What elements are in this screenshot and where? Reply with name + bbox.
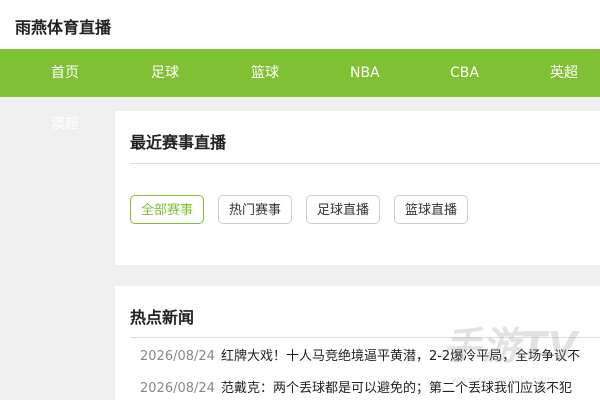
- filter-hot-button[interactable]: 热门赛事: [218, 195, 293, 224]
- main-nav: 首页 足球 篮球 NBA CBA 英超: [0, 49, 600, 97]
- news-headline[interactable]: 红牌大戏！十人马竞绝境逼平黄潜，2-2爆冷平局，全场争议不: [221, 349, 580, 364]
- filter-basketball-button[interactable]: 篮球直播: [394, 195, 469, 224]
- hot-news-panel: 热点新闻 2026/08/24 红牌大戏！十人马竞绝境逼平黄潜，2-2爆冷平局，全…: [115, 286, 600, 400]
- nav-item-nba[interactable]: NBA: [350, 49, 380, 97]
- nav-item-premier-league[interactable]: 英超: [550, 49, 578, 97]
- header: 雨燕体育直播: [0, 0, 600, 49]
- news-item[interactable]: 2026/08/24 范戴克：两个丢球都是可以避免的；第二个丢球我们应该不犯: [140, 379, 572, 399]
- divider: [130, 337, 600, 338]
- nav-item-football[interactable]: 足球: [151, 49, 179, 97]
- filter-all-button[interactable]: 全部赛事: [130, 195, 205, 224]
- live-matches-title: 最近赛事直播: [130, 133, 227, 152]
- divider: [130, 163, 600, 164]
- news-item[interactable]: 2026/08/24 红牌大戏！十人马竞绝境逼平黄潜，2-2爆冷平局，全场争议不: [140, 347, 580, 367]
- nav-item-cba[interactable]: CBA: [450, 49, 479, 97]
- nav-item-basketball[interactable]: 篮球: [251, 49, 279, 97]
- hot-news-title: 热点新闻: [130, 308, 195, 327]
- page: 雨燕体育直播 首页 足球 篮球 NBA CBA 英超 澳超 最近赛事直播 全部赛…: [0, 0, 600, 400]
- news-date: 2026/08/24: [140, 349, 215, 364]
- filter-football-button[interactable]: 足球直播: [306, 195, 381, 224]
- news-date: 2026/08/24: [140, 381, 215, 396]
- site-title[interactable]: 雨燕体育直播: [15, 14, 111, 38]
- news-headline[interactable]: 范戴克：两个丢球都是可以避免的；第二个丢球我们应该不犯: [221, 381, 572, 396]
- nav-item-home[interactable]: 首页: [51, 49, 79, 97]
- nav-item-a-league[interactable]: 澳超: [51, 113, 79, 133]
- live-matches-panel: 最近赛事直播 全部赛事 热门赛事 足球直播 篮球直播: [115, 111, 600, 265]
